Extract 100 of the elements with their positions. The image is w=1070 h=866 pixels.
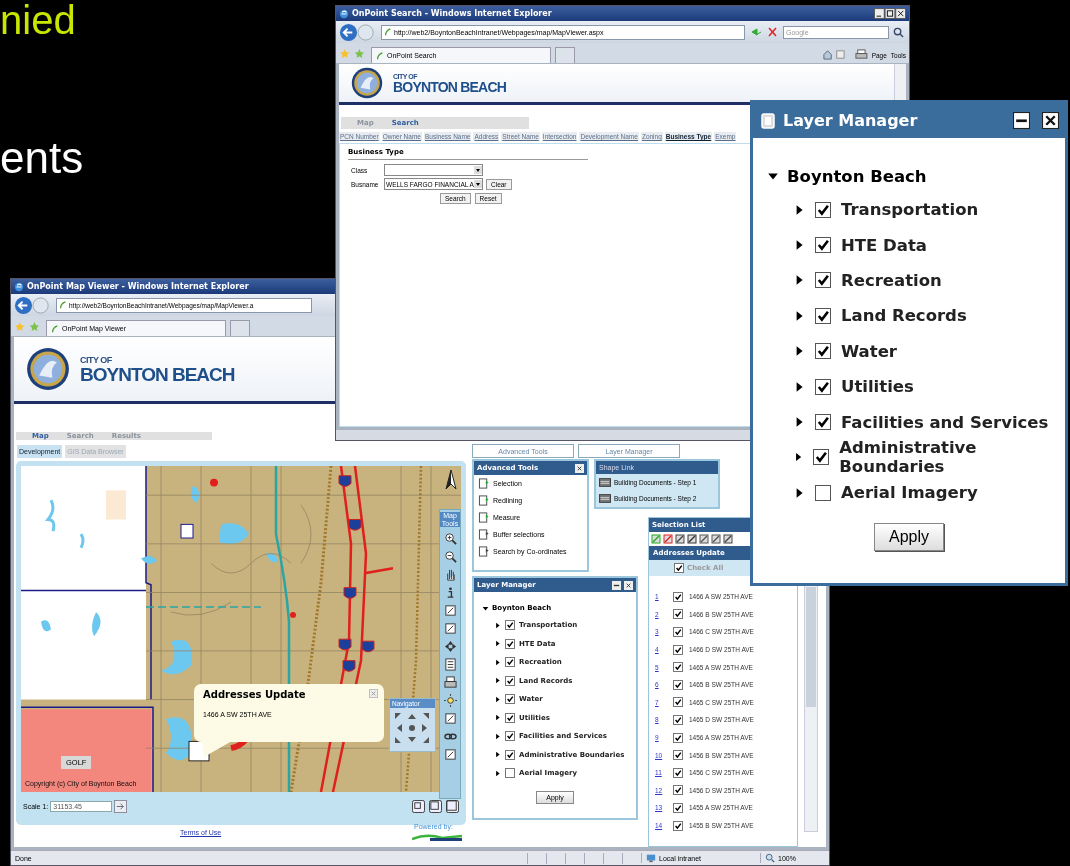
checkbox[interactable]: [673, 591, 683, 602]
list-tool-icon[interactable]: [699, 534, 709, 544]
checkbox[interactable]: [815, 343, 831, 360]
dialog-title: Layer Manager: [783, 111, 918, 130]
sun-icon[interactable]: [443, 694, 457, 708]
list-tool-icon[interactable]: [687, 534, 697, 544]
layer-label[interactable]: HTE Data: [841, 235, 927, 255]
layer-label[interactable]: Transportation: [841, 200, 979, 220]
checkbox[interactable]: [505, 749, 515, 760]
layer-label[interactable]: Aerial Imagery: [841, 483, 978, 503]
go-icon[interactable]: [114, 800, 128, 813]
checkbox[interactable]: [505, 712, 515, 723]
search-icon[interactable]: [893, 26, 904, 38]
browser-icon: [339, 8, 349, 19]
close-icon[interactable]: [575, 463, 584, 473]
browser-icon: [14, 281, 24, 292]
close-icon[interactable]: [1042, 112, 1059, 129]
page-icon: [51, 324, 59, 333]
tree-label[interactable]: Boynton Beach: [787, 166, 927, 186]
minimize-icon[interactable]: [1013, 112, 1030, 129]
dropdown[interactable]: [384, 164, 483, 177]
logo-text: BOYNTON BEACH: [393, 79, 507, 94]
checkbox[interactable]: [673, 820, 683, 831]
tool-icon[interactable]: [478, 529, 490, 540]
collapse-icon[interactable]: [482, 604, 489, 612]
layer-label[interactable]: Facilities and Services: [841, 412, 1049, 432]
tool-icon[interactable]: [478, 478, 490, 489]
checkbox[interactable]: [505, 768, 515, 779]
document-icon[interactable]: [599, 476, 611, 488]
pan-arrows-icon[interactable]: [392, 710, 432, 746]
page-icon: [59, 301, 67, 309]
checkbox[interactable]: [673, 785, 683, 796]
point-marker[interactable]: [210, 478, 218, 487]
checkbox[interactable]: [815, 378, 831, 395]
checkbox[interactable]: [673, 697, 683, 708]
checkbox[interactable]: [673, 644, 683, 655]
logo-text: BOYNTON BEACH: [80, 364, 235, 384]
checkbox[interactable]: [815, 272, 831, 289]
checkbox[interactable]: [673, 767, 683, 778]
list-tool-icon[interactable]: [675, 534, 685, 544]
highway-shield-icon: [338, 638, 352, 651]
close-icon[interactable]: [624, 580, 633, 590]
slide-heading: nied: [0, 0, 76, 40]
checkbox[interactable]: [673, 662, 683, 673]
checkbox[interactable]: [673, 609, 683, 620]
checkbox[interactable]: [815, 307, 831, 324]
checkbox[interactable]: [673, 627, 683, 637]
document-icon[interactable]: [599, 492, 611, 504]
window-title: OnPoint Map Viewer - Windows Internet Explorer: [27, 282, 249, 291]
window-layout-icon[interactable]: [446, 800, 459, 813]
checkbox[interactable]: [815, 414, 831, 431]
checkbox[interactable]: [673, 714, 683, 725]
apply-button[interactable]: Apply: [874, 522, 944, 551]
layer-label[interactable]: Utilities: [841, 377, 914, 397]
checkbox[interactable]: [505, 675, 515, 686]
layer-label[interactable]: Water: [841, 341, 897, 361]
dropdown-arrow-icon: [474, 166, 482, 175]
back-forward-icon[interactable]: [339, 22, 377, 42]
list-tool-icon[interactable]: [723, 534, 733, 544]
print-icon[interactable]: [443, 676, 457, 690]
checkbox[interactable]: [505, 620, 515, 631]
minimize-icon[interactable]: [612, 580, 621, 590]
tool-icon[interactable]: [478, 546, 490, 557]
checkbox[interactable]: [813, 449, 830, 466]
checkbox[interactable]: [505, 694, 515, 705]
tool-icon[interactable]: [478, 512, 490, 523]
zoom-in-icon[interactable]: [443, 532, 457, 546]
back-forward-icon[interactable]: [14, 295, 52, 315]
highway-shield-icon: [338, 475, 352, 487]
print-icon[interactable]: [854, 49, 868, 60]
list-icon[interactable]: [443, 658, 457, 672]
layer-label[interactable]: Land Records: [841, 306, 967, 326]
checkbox[interactable]: [815, 201, 831, 218]
checkbox[interactable]: [505, 638, 515, 649]
highway-shield-icon: [343, 587, 357, 599]
checkbox[interactable]: [505, 657, 515, 668]
zoom-icon[interactable]: [765, 853, 775, 863]
layer-label[interactable]: Recreation: [841, 270, 942, 290]
checkbox[interactable]: [505, 731, 515, 742]
window-title: OnPoint Search - Windows Internet Explorer: [352, 9, 552, 18]
page-icon: [384, 28, 392, 36]
checkbox[interactable]: [673, 679, 683, 690]
point-marker[interactable]: [290, 611, 296, 618]
scrollbar[interactable]: [804, 585, 818, 832]
checkbox[interactable]: [673, 750, 683, 761]
tool-icon[interactable]: [478, 495, 490, 506]
list-tool-icon[interactable]: [711, 534, 721, 544]
checkbox[interactable]: [815, 237, 831, 254]
window-layout-icon[interactable]: [412, 800, 425, 813]
layer-label[interactable]: Administrative Boundaries: [839, 438, 1051, 477]
city-seal-icon: [26, 347, 70, 391]
zoom-out-icon[interactable]: [443, 550, 457, 564]
crosshair-icon[interactable]: [443, 640, 457, 654]
window-controls-icon[interactable]: [874, 8, 906, 19]
refresh-stop-icon[interactable]: [749, 26, 779, 38]
checkbox[interactable]: [673, 802, 683, 813]
checkbox[interactable]: [815, 484, 831, 501]
window-layout-icon[interactable]: [429, 800, 442, 813]
checkbox[interactable]: [673, 732, 683, 743]
checkbox[interactable]: [674, 563, 684, 573]
